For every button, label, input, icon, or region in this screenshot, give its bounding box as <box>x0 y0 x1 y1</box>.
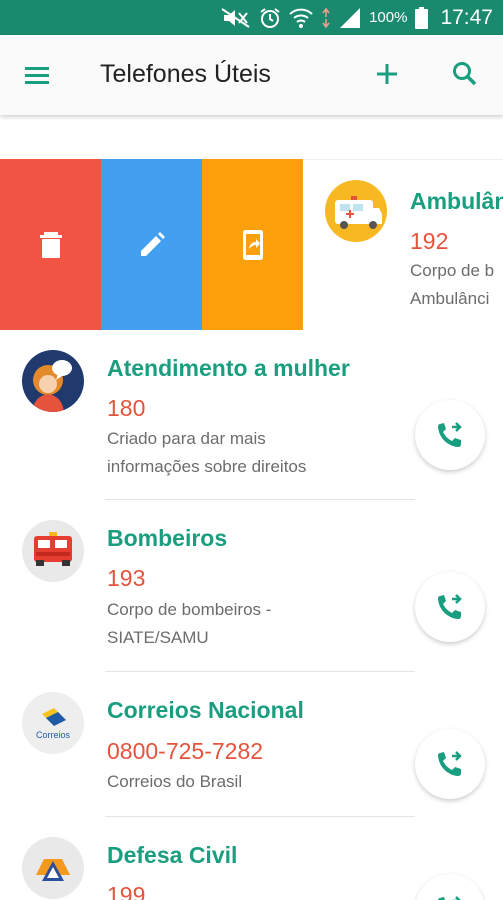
item-title: Defesa Civil <box>107 842 238 868</box>
battery-percent: 100% <box>369 9 408 26</box>
list-item-swiped[interactable]: Ambulân 192 Corpo de b Ambulânci <box>303 159 503 331</box>
contacts-list[interactable]: Ambulân 192 Corpo de b Ambulânci Atendim… <box>0 115 503 900</box>
delete-icon <box>39 231 62 258</box>
search-button[interactable] <box>450 59 480 89</box>
alarm-icon <box>260 7 280 28</box>
search-icon <box>453 62 477 86</box>
woman-avatar <box>22 350 84 412</box>
correios-avatar: Correios <box>22 692 84 754</box>
signal-icon <box>340 7 361 28</box>
firetruck-avatar <box>22 520 84 582</box>
wifi-icon <box>289 8 313 28</box>
woman-icon <box>32 360 72 412</box>
civil-defense-icon <box>36 859 70 881</box>
share-icon <box>242 229 263 260</box>
status-time: 17:47 <box>440 5 493 29</box>
correios-logo-text: Correios <box>35 730 70 740</box>
item-desc-line1: Criado para dar mais <box>107 429 266 448</box>
item-phone: 193 <box>107 565 146 591</box>
data-activity-icon <box>322 7 330 28</box>
call-button[interactable] <box>415 572 485 642</box>
call-icon <box>438 422 462 447</box>
item-desc-line1: Corpo de b <box>410 261 495 280</box>
ambulance-avatar <box>325 180 387 242</box>
item-title: Bombeiros <box>107 525 228 551</box>
swipe-actions <box>0 159 303 330</box>
mute-icon <box>221 7 250 28</box>
item-desc-line1: Correios do Brasil <box>107 772 243 791</box>
add-icon <box>377 64 397 84</box>
item-phone: 192 <box>410 228 449 254</box>
delete-button[interactable] <box>0 159 101 330</box>
list-item[interactable]: Correios Correios Nacional 0800-725-7282… <box>0 672 503 817</box>
item-desc-line2: Ambulânci <box>410 289 490 308</box>
menu-icon <box>25 67 49 84</box>
call-icon <box>438 594 462 619</box>
item-desc-line2: informações sobre direitos <box>107 457 307 476</box>
list-item[interactable]: Defesa Civil 199 <box>0 817 503 900</box>
firetruck-icon <box>34 532 72 566</box>
item-phone: 199 <box>107 882 146 900</box>
list-item[interactable]: Bombeiros 193 Corpo de bombeiros - SIATE… <box>0 500 503 672</box>
item-title: Atendimento a mulher <box>107 355 350 381</box>
edit-icon <box>140 231 165 256</box>
share-button[interactable] <box>202 159 303 330</box>
list-item[interactable]: Atendimento a mulher 180 Criado para dar… <box>0 330 503 500</box>
civil-defense-avatar <box>22 837 84 899</box>
item-desc-line2: SIATE/SAMU <box>107 628 209 647</box>
battery-icon <box>415 6 429 29</box>
call-button[interactable] <box>415 400 485 470</box>
app-bar: Telefones Úteis <box>0 35 503 115</box>
page-title: Telefones Úteis <box>100 60 271 88</box>
ambulance-icon <box>335 196 382 229</box>
call-icon <box>438 751 462 776</box>
item-phone: 180 <box>107 395 146 421</box>
menu-button[interactable] <box>23 61 53 89</box>
status-bar: 100% 17:47 <box>0 0 503 35</box>
item-title: Correios Nacional <box>107 697 304 723</box>
item-desc-line1: Corpo de bombeiros - <box>107 600 272 619</box>
add-button[interactable] <box>372 59 402 89</box>
item-phone: 0800-725-7282 <box>107 738 264 764</box>
call-button[interactable] <box>415 729 485 799</box>
correios-icon <box>42 708 66 726</box>
item-title: Ambulân <box>410 188 503 214</box>
call-icon <box>438 896 461 900</box>
edit-button[interactable] <box>101 159 202 330</box>
call-button[interactable] <box>415 874 485 900</box>
